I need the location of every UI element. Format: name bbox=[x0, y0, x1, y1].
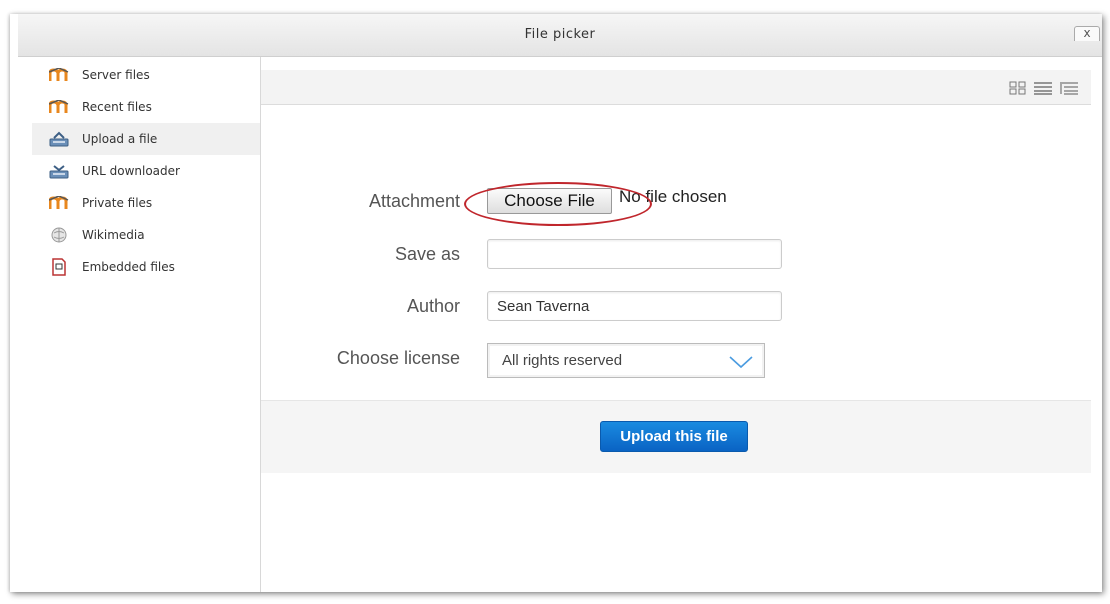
repository-sidebar: Server files Recent files Upload a file … bbox=[32, 57, 261, 592]
upload-this-file-button[interactable]: Upload this file bbox=[600, 421, 748, 452]
license-label: Choose license bbox=[336, 348, 460, 368]
sidebar-item-embedded-files[interactable]: Embedded files bbox=[32, 251, 260, 283]
wikimedia-icon bbox=[48, 226, 70, 244]
icon-view-icon[interactable] bbox=[1009, 80, 1027, 99]
sidebar-item-server-files[interactable]: Server files bbox=[32, 59, 260, 91]
moodle-icon bbox=[48, 98, 70, 116]
tree-view-icon[interactable] bbox=[1059, 80, 1079, 99]
list-view-icon[interactable] bbox=[1033, 80, 1053, 99]
choose-file-button[interactable]: Choose File bbox=[487, 188, 612, 214]
sidebar-item-wikimedia[interactable]: Wikimedia bbox=[32, 219, 260, 251]
sidebar-item-label: Recent files bbox=[82, 100, 152, 114]
sidebar-item-private-files[interactable]: Private files bbox=[32, 187, 260, 219]
license-selected-value: All rights reserved bbox=[502, 352, 623, 369]
sidebar-item-upload-a-file[interactable]: Upload a file bbox=[32, 123, 260, 155]
license-select[interactable]: All rights reserved bbox=[487, 343, 765, 378]
save-as-label: Save as bbox=[394, 244, 460, 264]
sidebar-item-label: Server files bbox=[82, 68, 150, 82]
sidebar-item-label: URL downloader bbox=[82, 164, 180, 178]
embedded-file-icon bbox=[48, 258, 70, 276]
upload-icon bbox=[48, 130, 70, 148]
sidebar-item-recent-files[interactable]: Recent files bbox=[32, 91, 260, 123]
author-field[interactable]: Sean Taverna bbox=[487, 291, 782, 321]
sidebar-item-label: Private files bbox=[82, 196, 153, 210]
save-as-field[interactable] bbox=[487, 239, 782, 269]
moodle-icon bbox=[48, 66, 70, 84]
chevron-down-icon bbox=[728, 354, 754, 373]
author-label: Author bbox=[406, 296, 460, 316]
close-icon: x bbox=[1083, 26, 1091, 40]
moodle-icon bbox=[48, 194, 70, 212]
sidebar-item-label: Upload a file bbox=[82, 132, 158, 146]
sidebar-item-url-downloader[interactable]: URL downloader bbox=[32, 155, 260, 187]
download-icon bbox=[48, 162, 70, 180]
title-bar: File picker x bbox=[18, 14, 1102, 57]
attachment-label: Attachment bbox=[368, 191, 460, 211]
sidebar-item-label: Wikimedia bbox=[82, 228, 145, 242]
view-toolbar bbox=[261, 70, 1091, 105]
close-button[interactable]: x bbox=[1074, 26, 1100, 41]
no-file-chosen-text: No file chosen bbox=[619, 187, 727, 206]
sidebar-item-label: Embedded files bbox=[82, 260, 175, 274]
dialog-title: File picker bbox=[524, 27, 596, 42]
